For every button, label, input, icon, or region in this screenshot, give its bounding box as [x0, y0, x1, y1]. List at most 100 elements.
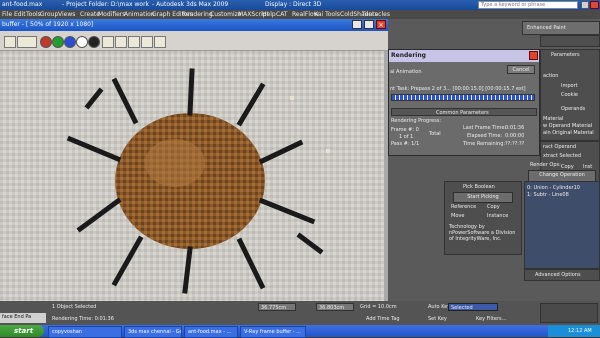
blue-channel-button[interactable]	[64, 36, 76, 48]
menu-item-edit[interactable]: Edit	[14, 11, 26, 18]
menu-item-animation[interactable]: Animation	[124, 11, 155, 18]
start-button[interactable]: start	[0, 325, 44, 337]
elapsed-value: 0:00:00	[505, 133, 525, 139]
maxscript-field[interactable]: face End Pa	[0, 313, 46, 323]
menu-item-rendering[interactable]: Rendering	[182, 11, 213, 18]
rendering-close-icon[interactable]	[529, 51, 538, 60]
close-icon[interactable]	[590, 1, 599, 9]
common-parameters-header[interactable]: Common Parameters	[391, 108, 537, 116]
selected-dropdown[interactable]: Selected	[448, 303, 498, 311]
copy-radio[interactable]: Copy	[487, 204, 500, 210]
auto-key-button[interactable]: Auto Key	[428, 304, 450, 310]
menu-item-kai-tools[interactable]: Kai Tools	[314, 11, 340, 18]
start-picking-button[interactable]: Start Picking	[453, 192, 513, 203]
menu-item-cat[interactable]: CAT	[276, 11, 288, 18]
product-name: - Autodesk 3ds Max 2009	[152, 1, 229, 8]
channel-dropdown[interactable]	[4, 36, 16, 48]
display-mode: Display : Direct 3D	[265, 1, 322, 8]
extract-selected-button[interactable]: xtract Selected	[543, 153, 581, 159]
print-icon[interactable]	[154, 36, 166, 48]
set-key-button[interactable]: Set Key	[428, 316, 447, 322]
white-channel-button[interactable]	[76, 36, 88, 48]
menu-item-tools[interactable]: Tools	[26, 11, 41, 18]
panel-icons[interactable]	[540, 35, 600, 47]
framebuffer-close-icon[interactable]: ×	[376, 20, 386, 29]
instance-radio[interactable]: Instance	[487, 213, 508, 219]
menu-bar: File Edit Tools Group Views Create Modifiers An…	[0, 10, 600, 19]
framebuffer-minimize-button[interactable]	[352, 20, 362, 29]
operand-material-option[interactable]: w Operand Material	[543, 123, 592, 129]
file-name: ant-food.max	[2, 1, 43, 8]
viewport-navigation[interactable]	[540, 303, 598, 323]
rendering-time: Rendering Time: 0:01:36	[52, 316, 114, 322]
menu-item-help[interactable]: Help	[262, 11, 276, 18]
render-ops-label: Render Ops:	[530, 162, 561, 168]
operand-list-item[interactable]: 0: Union - Cylinder10	[527, 185, 580, 191]
framebuffer-title: buffer - [ 50% of 1920 x 1080]	[2, 21, 94, 28]
menu-item-file[interactable]: File	[2, 11, 12, 18]
ant-food-render	[0, 51, 384, 301]
red-channel-button[interactable]	[40, 36, 52, 48]
pick-boolean-header: Pick Boolean	[463, 184, 495, 190]
add-time-tag-button[interactable]: Add Time Tag	[366, 316, 400, 322]
frame-number: Frame #: 0	[391, 127, 419, 133]
pass-number: Pass #: 1/1	[391, 141, 420, 147]
original-material-option[interactable]: ain Original Material	[543, 130, 594, 136]
menu-item-views[interactable]: Views	[58, 11, 75, 18]
time-remaining-value: ??:??:??	[505, 141, 525, 147]
rgb-dropdown[interactable]	[17, 36, 37, 48]
copy-icon[interactable]	[115, 36, 127, 48]
project-folder: - Project Folder: D:\max work	[62, 1, 150, 8]
clock: 12:12 AM	[568, 328, 592, 334]
minimize-button[interactable]	[581, 1, 589, 9]
top-field[interactable]: Enhanced Paint	[522, 21, 600, 35]
mono-button[interactable]	[88, 36, 100, 48]
parameters-header: Parameters	[551, 52, 580, 58]
menu-item-tentacles[interactable]: Tentacles	[362, 11, 390, 18]
key-filters-button[interactable]: Key Filters...	[476, 316, 506, 322]
save-icon[interactable]	[102, 36, 114, 48]
grid-size: Grid = 10.0cm	[360, 304, 397, 310]
dialog-toolbar[interactable]	[429, 149, 499, 156]
current-task: nt Task: Prepass 2 of 3... [00:00:15.0] …	[390, 86, 526, 92]
clear-icon[interactable]	[128, 36, 140, 48]
operands-label: Operands	[561, 106, 586, 112]
framebuffer-title-bar: buffer - [ 50% of 1920 x 1080] ×	[0, 19, 388, 31]
green-channel-button[interactable]	[52, 36, 64, 48]
taskbar-item[interactable]: V-Ray frame buffer - ...	[240, 326, 306, 338]
import-option[interactable]: Import	[561, 83, 578, 89]
taskbar-item[interactable]: ant-food.max - ...	[184, 326, 238, 338]
status-bar: face End Pa 1 Object Selected Rendering …	[0, 301, 600, 325]
progress-bar	[391, 94, 535, 101]
advanced-options-rollout[interactable]: Advanced Options	[524, 269, 600, 281]
cancel-button[interactable]: Cancel	[507, 65, 535, 74]
credit-text: Technology by nPowerSoftware a Division …	[449, 224, 516, 242]
menu-item-create[interactable]: Create	[80, 11, 100, 18]
framebuffer-maximize-button[interactable]	[364, 20, 374, 29]
taskbar-item[interactable]: copyvoshan	[48, 326, 122, 338]
operand-list-item[interactable]: 1: Subtr - Line08	[527, 192, 569, 198]
x-coordinate[interactable]: 36.775cm	[258, 303, 296, 311]
last-frame-value: 0:01:36	[505, 125, 525, 131]
operands-list[interactable]: 0: Union - Cylinder10 1: Subtr - Line08	[524, 181, 600, 269]
menu-item-group[interactable]: Group	[40, 11, 58, 18]
reference-option[interactable]: Reference	[451, 204, 476, 210]
menu-item-customize[interactable]: Customize	[210, 11, 242, 18]
system-tray: 12:12 AM	[548, 325, 600, 337]
app-title-bar: ant-food.max - Project Folder: D:\max wo…	[0, 0, 600, 10]
framebuffer-toolbar	[0, 31, 388, 51]
cookie-option[interactable]: Cookie	[561, 92, 578, 98]
rendering-dialog-title-bar: Rendering	[389, 50, 539, 62]
search-input[interactable]: Type a keyword or phrase	[478, 1, 578, 9]
taskbar-item[interactable]: 3ds max chennai - Go...	[124, 326, 182, 338]
selection-status: 1 Object Selected	[52, 304, 97, 310]
move-radio[interactable]: Move	[451, 213, 464, 219]
clone-icon[interactable]	[141, 36, 153, 48]
rendering-dialog: Rendering al Animation Cancel nt Task: P…	[388, 49, 540, 156]
rendered-image	[0, 51, 384, 301]
pick-boolean-rollout: Pick Boolean Start Picking Reference Cop…	[444, 181, 522, 255]
menu-item-modifiers[interactable]: Modifiers	[98, 11, 125, 18]
y-coordinate[interactable]: 36.803cm	[316, 303, 354, 311]
parameters-rollout: Parameters action Import Cookie Operands…	[540, 49, 600, 141]
rendering-dialog-title: Rendering	[391, 52, 426, 59]
